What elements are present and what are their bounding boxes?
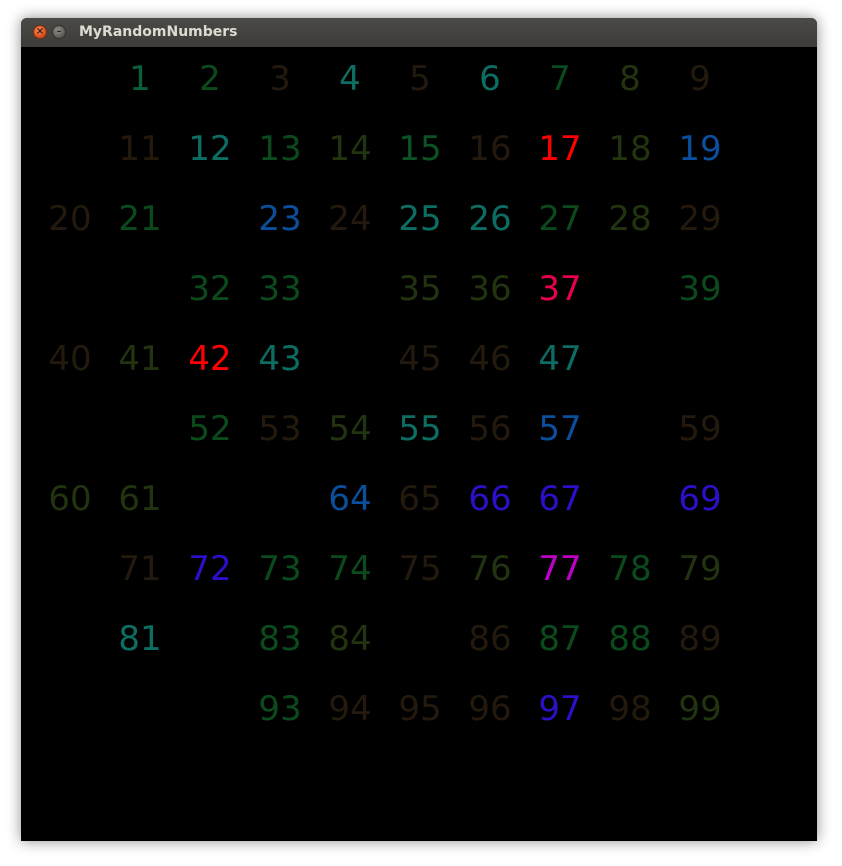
number-label: 11 — [118, 129, 162, 169]
number-label: 53 — [258, 409, 302, 449]
number-label: 21 — [118, 199, 162, 239]
window-title: MyRandomNumbers — [79, 24, 238, 40]
number-label: 64 — [328, 479, 372, 519]
number-label: 14 — [328, 129, 372, 169]
number-label: 28 — [608, 199, 652, 239]
number-label: 26 — [468, 199, 512, 239]
number-label: 6 — [479, 59, 501, 99]
number-label: 17 — [538, 129, 582, 169]
number-label: 9 — [689, 59, 711, 99]
number-label: 33 — [258, 269, 302, 309]
number-label: 81 — [118, 619, 162, 659]
number-label: 96 — [468, 689, 512, 729]
number-label: 18 — [608, 129, 652, 169]
number-label: 60 — [48, 479, 92, 519]
number-label: 55 — [398, 409, 442, 449]
number-label: 47 — [538, 339, 582, 379]
number-label: 71 — [118, 549, 162, 589]
number-label: 94 — [328, 689, 372, 729]
number-label: 15 — [398, 129, 442, 169]
number-label: 99 — [678, 689, 722, 729]
number-label: 23 — [258, 199, 302, 239]
close-button[interactable]: × — [33, 25, 47, 39]
number-label: 5 — [409, 59, 431, 99]
number-label: 67 — [538, 479, 582, 519]
number-label: 86 — [468, 619, 512, 659]
number-label: 43 — [258, 339, 302, 379]
number-label: 59 — [678, 409, 722, 449]
number-label: 98 — [608, 689, 652, 729]
number-label: 37 — [538, 269, 582, 309]
number-label: 32 — [188, 269, 232, 309]
minimize-button[interactable]: – — [52, 25, 66, 39]
number-label: 57 — [538, 409, 582, 449]
number-label: 89 — [678, 619, 722, 659]
number-label: 19 — [678, 129, 722, 169]
number-label: 39 — [678, 269, 722, 309]
number-label: 97 — [538, 689, 582, 729]
number-label: 73 — [258, 549, 302, 589]
number-label: 77 — [538, 549, 582, 589]
number-label: 20 — [48, 199, 92, 239]
number-label: 3 — [269, 59, 291, 99]
number-label: 36 — [468, 269, 512, 309]
number-label: 72 — [188, 549, 232, 589]
number-label: 7 — [549, 59, 571, 99]
number-label: 87 — [538, 619, 582, 659]
number-label: 61 — [118, 479, 162, 519]
number-label: 29 — [678, 199, 722, 239]
number-label: 16 — [468, 129, 512, 169]
number-label: 69 — [678, 479, 722, 519]
app-window: × – MyRandomNumbers 1 2 3 4 5 6 7 8 9 11 12 13 14 15 1… — [21, 18, 817, 841]
number-label: 95 — [398, 689, 442, 729]
number-label: 75 — [398, 549, 442, 589]
number-label: 88 — [608, 619, 652, 659]
number-label: 45 — [398, 339, 442, 379]
number-label: 52 — [188, 409, 232, 449]
number-label: 24 — [328, 199, 372, 239]
number-label: 79 — [678, 549, 722, 589]
number-label: 56 — [468, 409, 512, 449]
number-label: 35 — [398, 269, 442, 309]
number-label: 83 — [258, 619, 302, 659]
number-label: 8 — [619, 59, 641, 99]
number-label: 13 — [258, 129, 302, 169]
number-label: 65 — [398, 479, 442, 519]
number-label: 66 — [468, 479, 512, 519]
close-icon: × — [35, 26, 45, 37]
number-label: 27 — [538, 199, 582, 239]
number-label: 25 — [398, 199, 442, 239]
number-label: 40 — [48, 339, 92, 379]
number-label: 54 — [328, 409, 372, 449]
number-canvas: 1 2 3 4 5 6 7 8 9 11 12 13 14 15 16 17 18 19 20 21 23 24 25 26 2… — [21, 47, 817, 841]
number-label: 84 — [328, 619, 372, 659]
number-label: 74 — [328, 549, 372, 589]
minimize-icon: – — [56, 26, 62, 37]
number-label: 4 — [339, 59, 361, 99]
number-label: 42 — [188, 339, 232, 379]
number-label: 2 — [199, 59, 221, 99]
number-label: 1 — [129, 59, 151, 99]
number-label: 93 — [258, 689, 302, 729]
number-label: 41 — [118, 339, 162, 379]
number-label: 78 — [608, 549, 652, 589]
number-label: 76 — [468, 549, 512, 589]
number-label: 46 — [468, 339, 512, 379]
number-label: 12 — [188, 129, 232, 169]
title-bar[interactable]: × – MyRandomNumbers — [21, 18, 817, 48]
